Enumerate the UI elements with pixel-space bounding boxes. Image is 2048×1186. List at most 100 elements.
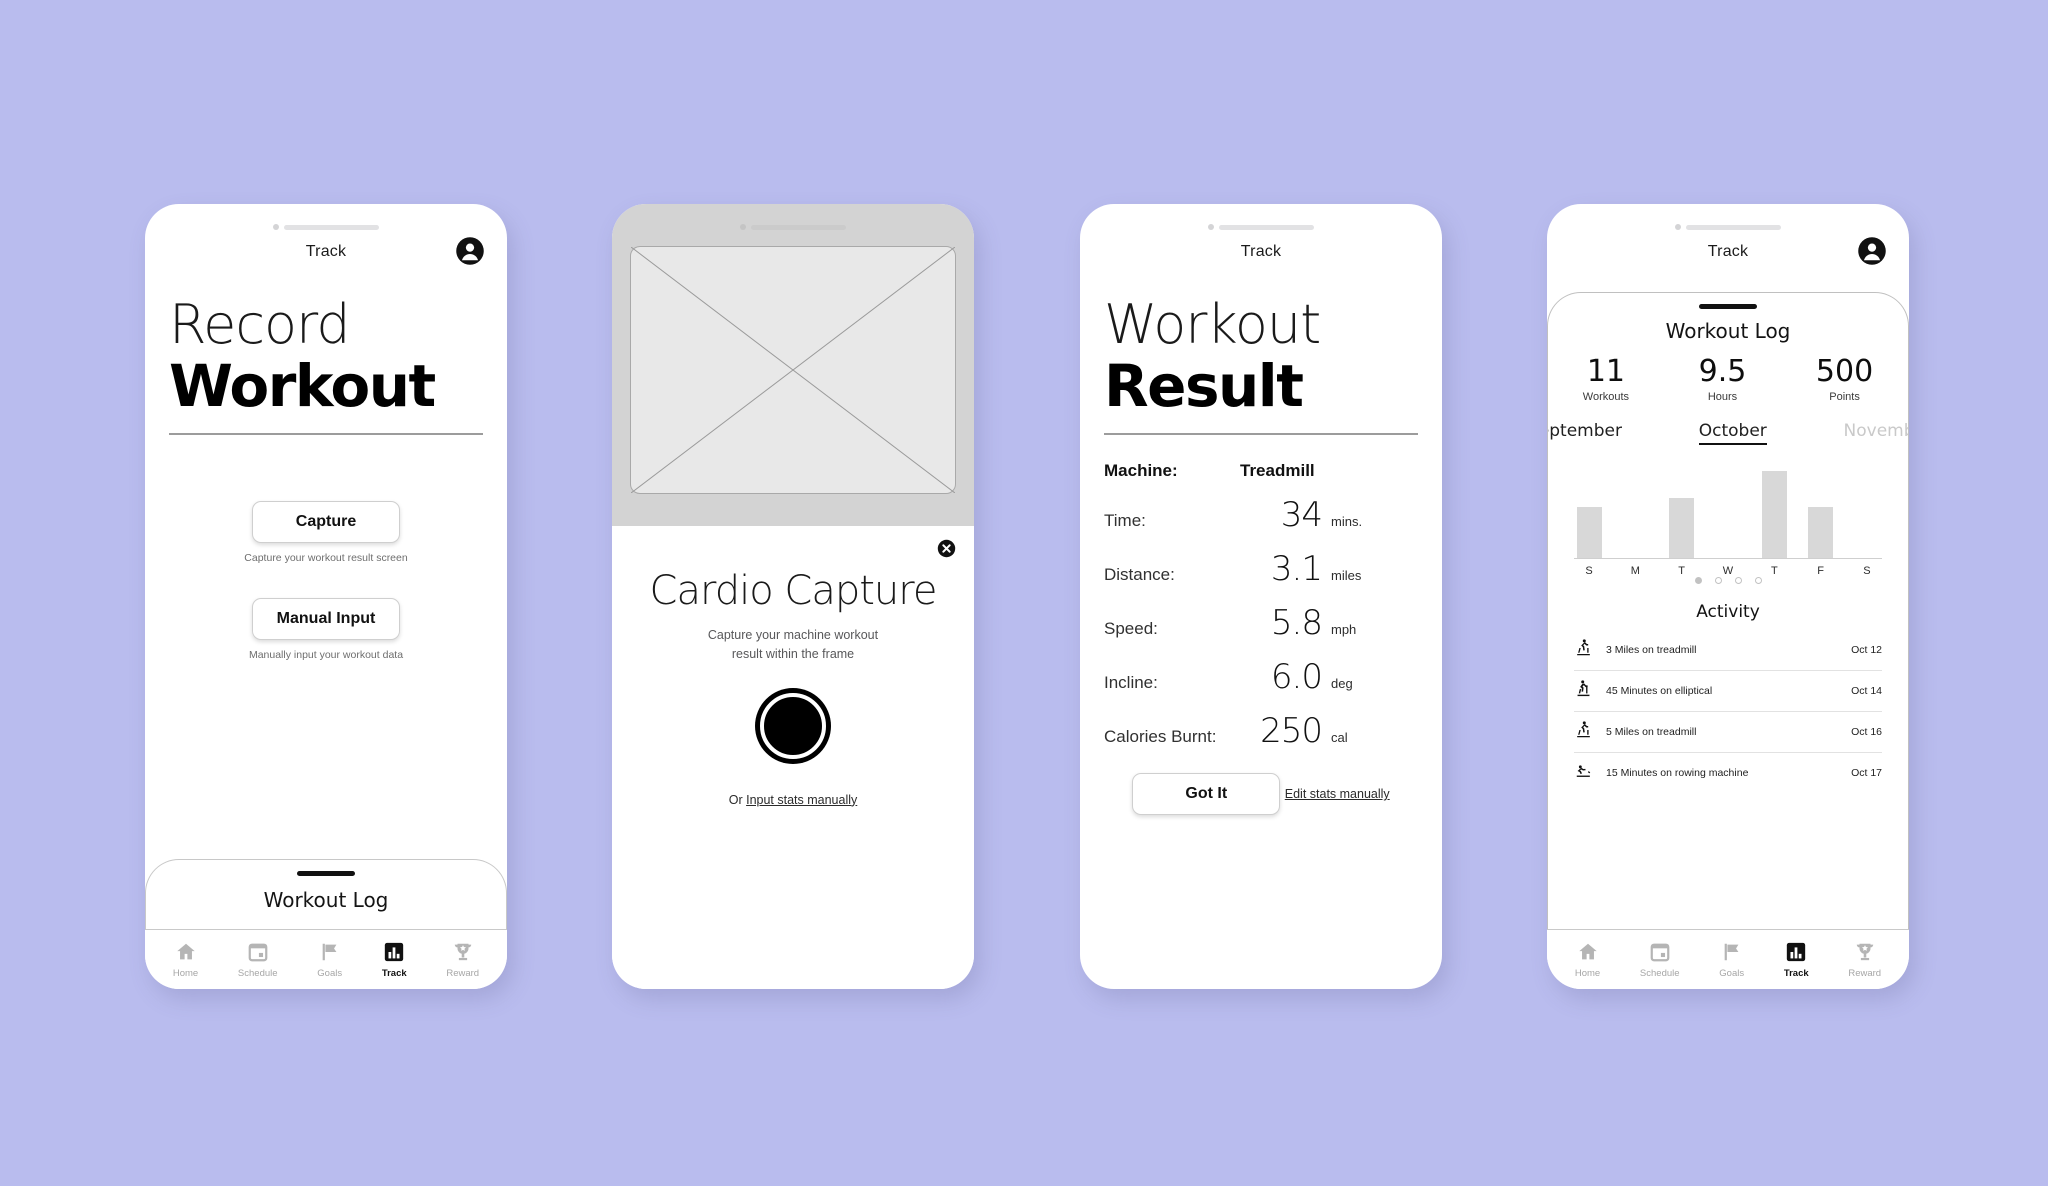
camera-viewfinder[interactable]	[612, 204, 974, 526]
result-value: 6.0	[1270, 656, 1323, 697]
manual-input-link[interactable]: Input stats manually	[746, 793, 857, 807]
pagination-dot[interactable]	[1694, 577, 1702, 584]
result-unit: mins.	[1331, 513, 1363, 529]
activity-date: Oct 17	[1851, 767, 1882, 779]
flag-icon	[322, 943, 337, 960]
capture-caption: Capture your workout result screen	[244, 551, 408, 564]
flag-icon	[1724, 943, 1739, 960]
home-icon	[176, 943, 195, 959]
tab-reward[interactable]: Reward	[446, 941, 479, 979]
capture-button[interactable]: Capture	[252, 500, 400, 543]
tab-label: Home	[1574, 967, 1601, 979]
pagination-dot[interactable]	[1754, 577, 1762, 584]
list-item[interactable]: 3 Miles on treadmill Oct 12	[1574, 630, 1882, 671]
phone-screen-record-workout: Track Record Workout Capture Capture you…	[145, 204, 507, 989]
tab-label: Reward	[1848, 967, 1882, 979]
month-selector: September October November	[1548, 421, 1908, 445]
header-title: Track	[1240, 243, 1282, 260]
pagination-dot[interactable]	[1734, 577, 1742, 584]
tab-track[interactable]: Track	[382, 941, 407, 979]
edit-stats-link[interactable]: Edit stats manually	[1285, 787, 1390, 801]
app-header: Track	[1080, 232, 1442, 272]
workout-log-sheet: Workout Log 11 Workouts 9.5 Hours 500 Po…	[1547, 292, 1909, 929]
activity-text: 3 Miles on treadmill	[1606, 644, 1697, 656]
camera-shutter-button[interactable]	[760, 692, 826, 759]
sheet-title: Cardio Capture	[649, 568, 938, 614]
result-actions: Got It Edit stats manually	[1104, 772, 1418, 815]
activity-text: 15 Minutes on rowing machine	[1606, 767, 1749, 779]
status-bar-line	[1686, 224, 1781, 230]
tab-track[interactable]: Track	[1784, 941, 1809, 979]
close-circle-icon[interactable]	[937, 539, 956, 558]
month-tab-october[interactable]: October	[1698, 421, 1767, 445]
result-value: Treadmill	[1240, 460, 1315, 480]
tab-goals[interactable]: Goals	[317, 941, 342, 979]
page-title: Record Workout	[145, 272, 507, 419]
status-dot-icon	[740, 224, 746, 230]
stat-hours: 9.5 Hours	[1699, 357, 1747, 404]
stat-points: 500 Points	[1816, 357, 1873, 404]
chart-icon	[385, 942, 404, 961]
capture-sheet: Cardio Capture Capture your machine work…	[612, 526, 974, 989]
phone-screen-workout-log: Track Workout Log 11 Workouts 9.5 Hours …	[1547, 204, 1909, 989]
result-label: Incline:	[1104, 672, 1158, 692]
activity-section-title: Activity	[1696, 602, 1760, 622]
weekly-activity-chart: SMTWTFS	[1574, 467, 1882, 577]
calendar-icon	[248, 943, 268, 961]
list-item[interactable]: 45 Minutes on elliptical Oct 14	[1574, 671, 1882, 712]
sheet-subtitle-line2: result within the frame	[731, 647, 855, 662]
chart-day-label: S	[1585, 565, 1593, 577]
result-label: Calories Burnt:	[1104, 726, 1217, 746]
action-buttons: Capture Capture your workout result scre…	[145, 500, 507, 661]
sheet-grabber[interactable]	[297, 871, 355, 876]
tab-label: Home	[172, 967, 199, 979]
tab-label: Track	[1783, 967, 1809, 979]
account-circle-icon[interactable]	[1857, 236, 1887, 266]
chart-bar-slot	[1759, 467, 1789, 558]
tab-schedule[interactable]: Schedule	[1640, 941, 1680, 979]
tab-schedule[interactable]: Schedule	[238, 941, 278, 979]
list-item[interactable]: 5 Miles on treadmill Oct 16	[1574, 712, 1882, 753]
stat-caption: Hours	[1707, 391, 1738, 403]
result-label: Machine:	[1104, 460, 1178, 480]
result-value: 5.8	[1270, 602, 1323, 643]
month-tab-november[interactable]: November	[1844, 421, 1908, 445]
tab-goals[interactable]: Goals	[1719, 941, 1744, 979]
image-placeholder	[630, 246, 956, 494]
chart-day-label: T	[1770, 565, 1778, 577]
tab-home[interactable]: Home	[1575, 941, 1600, 979]
trophy-icon	[454, 943, 471, 960]
status-bar	[1080, 204, 1442, 232]
tab-label: Goals	[317, 967, 343, 979]
header-title: Track	[305, 243, 347, 260]
chart-bar-slot	[1574, 467, 1604, 558]
list-item[interactable]: 15 Minutes on rowing machine Oct 17	[1574, 753, 1882, 793]
account-circle-icon[interactable]	[455, 236, 485, 266]
month-tab-september[interactable]: September	[1548, 421, 1622, 445]
result-row-speed: Speed: 5.8 mph	[1104, 603, 1418, 643]
tab-label: Goals	[1719, 967, 1745, 979]
bottom-tab-bar: Home Schedule Goals Track Reward	[145, 929, 507, 989]
result-unit: cal	[1331, 729, 1348, 745]
status-dot-icon	[273, 224, 279, 230]
workout-log-sheet-handle[interactable]: Workout Log	[145, 859, 507, 929]
tab-home[interactable]: Home	[173, 941, 198, 979]
sheet-grabber[interactable]	[1699, 304, 1757, 309]
manual-input-button[interactable]: Manual Input	[252, 597, 400, 640]
chart-bar	[1761, 470, 1787, 558]
chart-bars	[1574, 467, 1882, 559]
got-it-button[interactable]: Got It	[1132, 772, 1281, 815]
rowing-machine-icon	[1574, 761, 1600, 785]
phone-screen-cardio-capture: Cardio Capture Capture your machine work…	[612, 204, 974, 989]
pagination-dots[interactable]	[1548, 577, 1908, 584]
status-bar	[630, 204, 956, 232]
activity-date: Oct 12	[1851, 644, 1882, 656]
header-title: Track	[1707, 243, 1749, 260]
result-row-machine: Machine: Treadmill	[1104, 461, 1418, 481]
pagination-dot[interactable]	[1714, 577, 1722, 584]
home-icon	[1578, 943, 1597, 959]
title-divider	[169, 432, 483, 435]
tab-reward[interactable]: Reward	[1848, 941, 1881, 979]
tab-label: Schedule	[1639, 967, 1680, 979]
chart-icon	[1787, 942, 1806, 961]
